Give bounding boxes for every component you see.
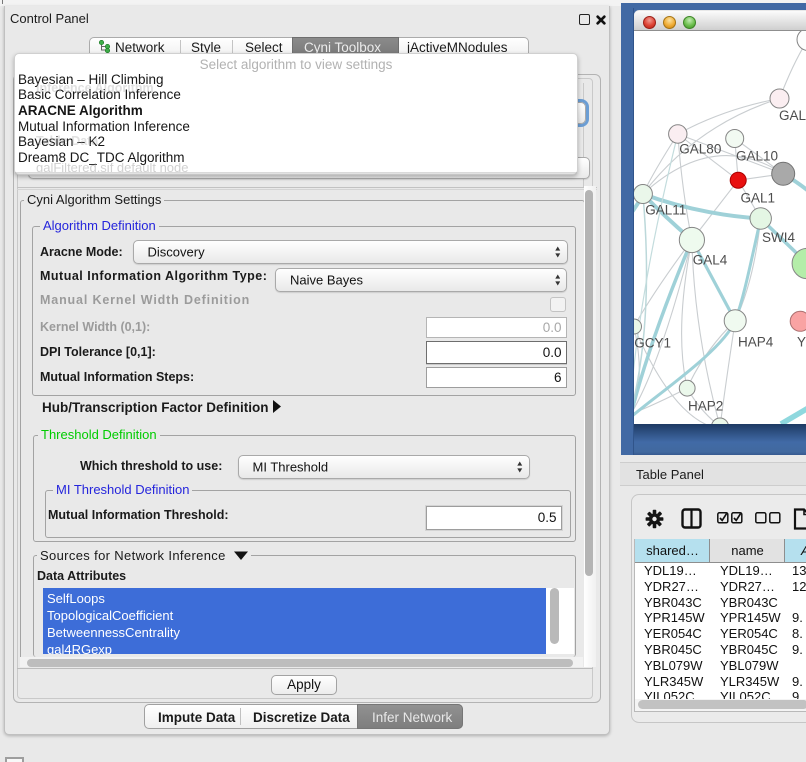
svg-text:GAL11: GAL11 [645,203,686,218]
svg-text:SWI4: SWI4 [762,230,795,245]
svg-text:Y: Y [797,335,806,350]
svg-text:GAL10: GAL10 [736,149,778,164]
svg-text:GCY1: GCY1 [634,336,671,351]
svg-text:GAL2: GAL2 [779,108,806,123]
svg-text:HAP2: HAP2 [688,399,723,414]
svg-text:HAP4: HAP4 [738,335,774,350]
svg-text:GAL1: GAL1 [741,191,776,206]
svg-text:GAL4: GAL4 [693,253,728,268]
svg-text:GAL80: GAL80 [679,142,721,157]
